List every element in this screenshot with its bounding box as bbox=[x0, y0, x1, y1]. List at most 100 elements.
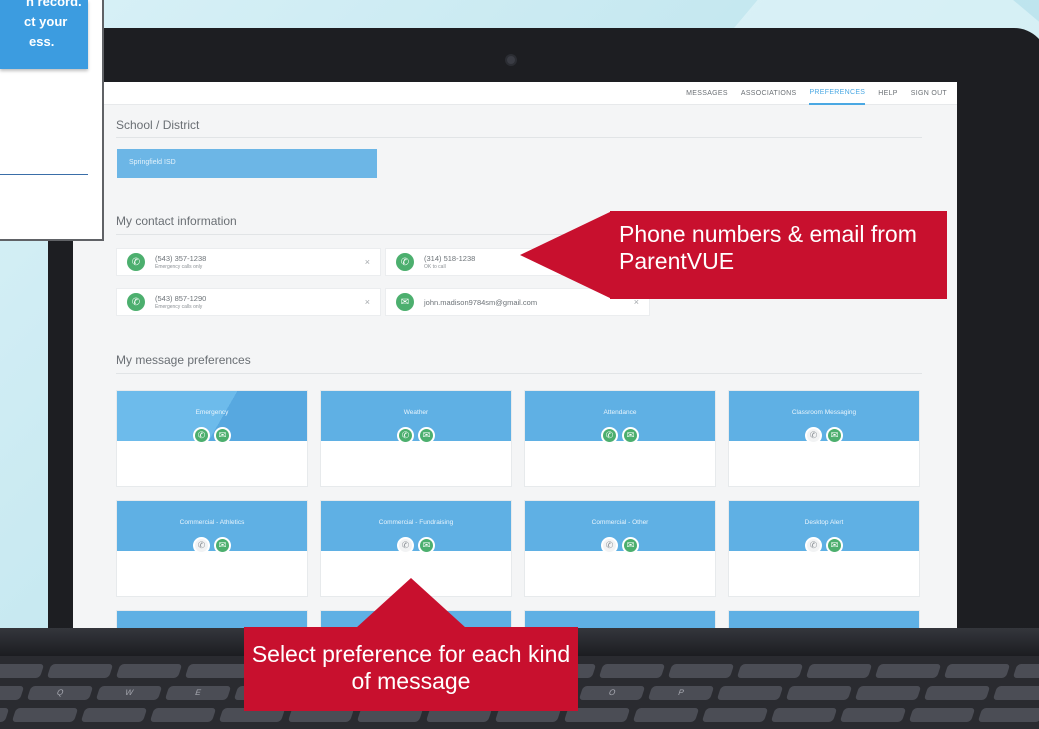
preference-card: Commercial - Athletics ✆ ✉ bbox=[116, 500, 308, 597]
preference-toggle-group: ✆ ✉ bbox=[117, 427, 307, 444]
keyboard-key bbox=[115, 664, 183, 678]
callout-pointer bbox=[356, 578, 466, 628]
keyboard-key bbox=[46, 664, 114, 678]
email-toggle-icon[interactable]: ✉ bbox=[214, 427, 231, 444]
nav-help[interactable]: HELP bbox=[878, 83, 898, 104]
email-toggle-icon[interactable]: ✉ bbox=[418, 427, 435, 444]
preference-toggle-group: ✆ ✉ bbox=[117, 537, 307, 554]
phone-toggle-icon[interactable]: ✆ bbox=[601, 537, 618, 554]
keyboard-key bbox=[854, 686, 922, 700]
remove-contact-icon[interactable]: × bbox=[365, 297, 370, 307]
email-toggle-icon[interactable]: ✉ bbox=[622, 537, 639, 554]
keyboard-key bbox=[598, 664, 666, 678]
keyboard-key bbox=[943, 664, 1011, 678]
keyboard-key: E bbox=[164, 686, 232, 700]
keyboard-key bbox=[149, 708, 217, 722]
keyboard-key bbox=[839, 708, 907, 722]
keyboard-key bbox=[0, 664, 45, 678]
nav-preferences[interactable]: PREFERENCES bbox=[809, 82, 866, 105]
preference-toggle-group: ✆ ✉ bbox=[729, 427, 919, 444]
keyboard-key bbox=[0, 708, 10, 722]
banner-line: ess. bbox=[29, 34, 55, 49]
keyboard-key bbox=[11, 708, 79, 722]
phone-toggle-icon[interactable]: ✆ bbox=[601, 427, 618, 444]
phone-icon: ✆ bbox=[127, 293, 145, 311]
preference-toggle-group: ✆ ✉ bbox=[321, 537, 511, 554]
preference-card: Commercial - Other ✆ ✉ bbox=[524, 500, 716, 597]
keyboard-key: W bbox=[95, 686, 163, 700]
nav-sign-out[interactable]: SIGN OUT bbox=[911, 83, 947, 104]
email-toggle-icon[interactable]: ✉ bbox=[622, 427, 639, 444]
contact-item[interactable]: ✆ (543) 857-1290 Emergency calls only × bbox=[116, 288, 381, 316]
phone-toggle-icon[interactable]: ✆ bbox=[805, 427, 822, 444]
top-navigation: MESSAGES ASSOCIATIONS PREFERENCES HELP SIGN … bbox=[73, 82, 957, 105]
keyboard-key: O bbox=[578, 686, 646, 700]
preference-toggle-group: ✆ ✉ bbox=[525, 427, 715, 444]
keyboard-key bbox=[1012, 664, 1039, 678]
preference-toggle-group: ✆ ✉ bbox=[321, 427, 511, 444]
preference-card: Weather ✆ ✉ bbox=[320, 390, 512, 487]
phone-icon: ✆ bbox=[396, 253, 414, 271]
keyboard-key bbox=[736, 664, 804, 678]
keyboard-key bbox=[874, 664, 942, 678]
contact-note: Emergency calls only bbox=[155, 304, 203, 310]
login-card-fragment: n record. ct your ess. bbox=[0, 0, 104, 241]
preference-card: Attendance ✆ ✉ bbox=[524, 390, 716, 487]
keyboard-key bbox=[785, 686, 853, 700]
keyboard-key bbox=[770, 708, 838, 722]
banner-line: ct your bbox=[24, 14, 68, 29]
banner-line: n record. bbox=[26, 0, 82, 9]
keyboard-key bbox=[667, 664, 735, 678]
preference-card: Desktop Alert ✆ ✉ bbox=[728, 500, 920, 597]
callout-pointer bbox=[520, 211, 612, 299]
nav-associations[interactable]: ASSOCIATIONS bbox=[741, 83, 797, 104]
school-district-field[interactable]: Springfield ISD bbox=[117, 149, 377, 178]
remove-contact-icon[interactable]: × bbox=[365, 257, 370, 267]
keyboard-key bbox=[923, 686, 991, 700]
email-icon: ✉ bbox=[396, 293, 414, 311]
email-toggle-icon[interactable]: ✉ bbox=[418, 537, 435, 554]
phone-icon: ✆ bbox=[127, 253, 145, 271]
callout-preferences: Select preference for each kind of messa… bbox=[244, 627, 578, 711]
keyboard-key bbox=[716, 686, 784, 700]
phone-toggle-icon[interactable]: ✆ bbox=[397, 427, 414, 444]
keyboard-key bbox=[80, 708, 148, 722]
nav-messages[interactable]: MESSAGES bbox=[686, 83, 728, 104]
keyboard-key bbox=[0, 686, 25, 700]
keyboard-key bbox=[992, 686, 1039, 700]
preferences-section-title: My message preferences bbox=[116, 353, 251, 367]
email-toggle-icon[interactable]: ✉ bbox=[214, 537, 231, 554]
preference-toggle-group: ✆ ✉ bbox=[525, 537, 715, 554]
keyboard-key: P bbox=[647, 686, 715, 700]
keyboard-key bbox=[977, 708, 1039, 722]
keyboard-key bbox=[805, 664, 873, 678]
preferences-divider bbox=[116, 373, 922, 374]
phone-toggle-icon[interactable]: ✆ bbox=[193, 537, 210, 554]
phone-toggle-icon[interactable]: ✆ bbox=[397, 537, 414, 554]
email-toggle-icon[interactable]: ✉ bbox=[826, 427, 843, 444]
keyboard-key bbox=[184, 664, 252, 678]
keyboard-key bbox=[701, 708, 769, 722]
login-message-banner: n record. ct your ess. bbox=[0, 0, 88, 69]
contact-text: (543) 357-1238 Emergency calls only bbox=[155, 254, 365, 270]
keyboard-key bbox=[908, 708, 976, 722]
contact-value: (543) 857-1290 bbox=[155, 294, 207, 303]
contact-text: (543) 857-1290 Emergency calls only bbox=[155, 294, 365, 310]
school-section-title: School / District bbox=[116, 118, 200, 132]
input-underline[interactable] bbox=[0, 174, 88, 175]
contact-item[interactable]: ✆ (543) 357-1238 Emergency calls only × bbox=[116, 248, 381, 276]
webcam-icon bbox=[505, 54, 517, 66]
contact-value: (543) 357-1238 bbox=[155, 254, 207, 263]
keyboard-key bbox=[632, 708, 700, 722]
phone-toggle-icon[interactable]: ✆ bbox=[805, 537, 822, 554]
contact-note: Emergency calls only bbox=[155, 264, 203, 270]
preference-toggle-group: ✆ ✉ bbox=[729, 537, 919, 554]
keyboard-key: Q bbox=[26, 686, 94, 700]
preference-card: Classroom Messaging ✆ ✉ bbox=[728, 390, 920, 487]
school-divider bbox=[116, 137, 922, 138]
email-toggle-icon[interactable]: ✉ bbox=[826, 537, 843, 554]
callout-contacts: Phone numbers & email from ParentVUE bbox=[610, 211, 947, 299]
phone-toggle-icon[interactable]: ✆ bbox=[193, 427, 210, 444]
preference-card: Emergency ✆ ✉ bbox=[116, 390, 308, 487]
laptop-screen: MESSAGES ASSOCIATIONS PREFERENCES HELP SIGN … bbox=[73, 82, 957, 637]
